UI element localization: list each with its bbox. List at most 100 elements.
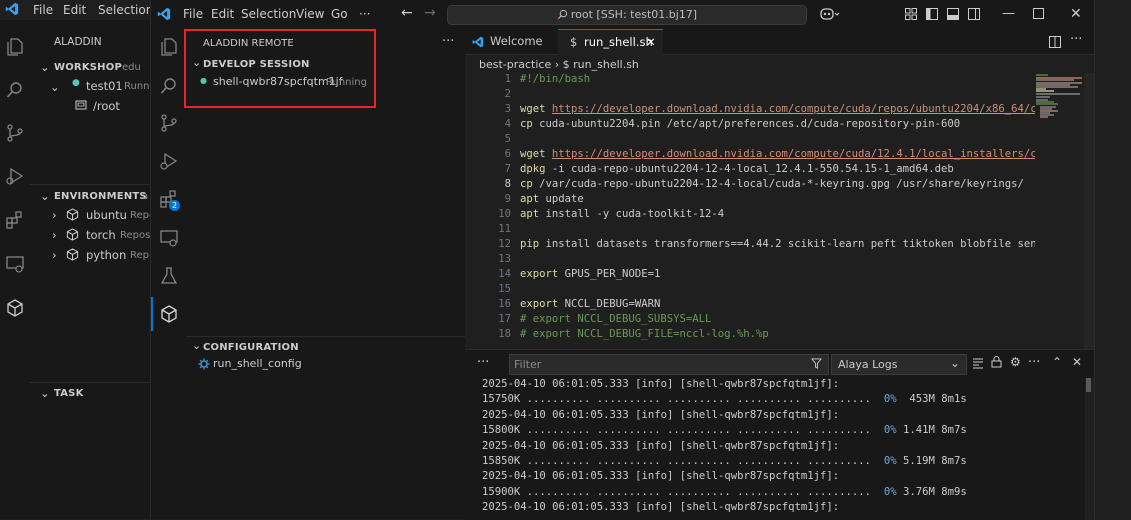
menu-edit[interactable]: Edit (211, 7, 234, 21)
tab-run-shell[interactable]: $ run_shell.sh ✕ (558, 29, 663, 55)
sidebar: ALADDIN REMOTE ··· ⌄ DEVELOP SESSION ● s… (184, 29, 466, 519)
toggle-primary-sidebar-icon[interactable] (926, 8, 938, 20)
back-menu-file[interactable]: File (33, 3, 53, 17)
search-icon[interactable] (159, 76, 179, 96)
editor-scrollbar[interactable] (1084, 73, 1094, 349)
lock-icon[interactable] (991, 356, 1002, 368)
tab-label: run_shell.sh (584, 35, 653, 49)
copilot-icon[interactable] (819, 6, 841, 22)
source-control-icon[interactable] (159, 113, 179, 133)
extensions-icon[interactable]: 2 (159, 189, 180, 211)
command-center-label: root [SSH: test01.bj17] (570, 8, 698, 21)
close-window-icon[interactable]: ✕ (1070, 6, 1082, 22)
line-number: 16 (498, 298, 511, 310)
toggle-secondary-sidebar-icon[interactable] (968, 8, 980, 20)
configuration-header[interactable]: CONFIGURATION (203, 342, 299, 353)
back-workshop-header[interactable]: WORKSHOP (54, 62, 122, 73)
chevron-right-icon: › (554, 58, 563, 71)
menu-view[interactable]: View (296, 7, 324, 21)
line-number: 6 (504, 148, 511, 160)
back-menu-selection[interactable]: Selection (98, 3, 153, 17)
maximize-panel-icon[interactable]: ⌃ (1052, 355, 1062, 369)
env-item-name[interactable]: python (86, 248, 126, 262)
more-actions-icon[interactable]: ··· (442, 34, 454, 49)
back-session-name[interactable]: test01 (86, 79, 123, 93)
code-line: #!/bin/bash (520, 73, 591, 85)
line-number: 11 (498, 223, 511, 235)
menu-selection[interactable]: Selection (241, 7, 296, 21)
run-debug-icon[interactable] (159, 151, 179, 171)
maximize-icon[interactable] (1033, 8, 1044, 19)
back-arrow-icon[interactable]: ← (401, 5, 413, 21)
log-output[interactable]: 2025-04-10 06:01:05.333 [info] [shell-qw… (465, 378, 1085, 520)
filter-input[interactable]: Filter (509, 354, 829, 375)
vscode-window: File Edit Selection View Go ··· ← → root… (150, 0, 1095, 520)
back-search-icon[interactable] (5, 80, 25, 100)
back-remote-explorer-icon[interactable] (5, 254, 25, 274)
log-line: 15800K .......... .......... .......... … (482, 424, 967, 437)
close-tab-icon[interactable]: ✕ (646, 30, 656, 55)
command-center[interactable]: root [SSH: test01.bj17] (447, 5, 807, 25)
minimize-icon[interactable]: — (1002, 6, 1015, 21)
back-explorer-icon[interactable] (5, 37, 25, 57)
highlight-box (184, 29, 376, 108)
log-channel-select[interactable]: Alaya Logs ⌄ (831, 354, 967, 375)
editor-more-icon[interactable]: ··· (1070, 32, 1082, 47)
forward-arrow-icon[interactable]: → (424, 5, 436, 21)
code-line: pip install datasets transformers==4.44.… (520, 238, 1035, 250)
extensions-badge: 2 (169, 200, 180, 211)
line-number: 12 (498, 238, 511, 250)
toggle-panel-icon[interactable] (947, 8, 959, 20)
chevron-right-icon: › (52, 228, 57, 242)
filter-placeholder: Filter (514, 358, 542, 371)
back-source-control-icon[interactable] (5, 123, 25, 143)
line-number: 18 (498, 328, 511, 340)
word-wrap-icon[interactable] (972, 357, 984, 369)
panel-scrollbar[interactable] (1085, 378, 1094, 520)
aladdin-icon[interactable] (159, 304, 179, 324)
line-number: 17 (498, 313, 511, 325)
shell-dollar-icon: $ (570, 35, 578, 49)
panel-more-icon[interactable]: ··· (477, 355, 489, 370)
menu-more[interactable]: ··· (359, 7, 370, 21)
package-icon (66, 228, 79, 241)
back-run-debug-icon[interactable] (5, 166, 25, 186)
back-env-header[interactable]: ENVIRONMENTS (54, 191, 147, 202)
breadcrumb-folder[interactable]: best-practice (479, 58, 551, 71)
back-task-header[interactable]: TASK (54, 388, 84, 399)
menu-file[interactable]: File (183, 7, 203, 21)
back-aladdin-icon[interactable] (5, 298, 25, 318)
scrollbar-thumb[interactable] (1086, 378, 1091, 392)
line-number: 13 (498, 253, 511, 265)
remote-explorer-icon[interactable] (159, 228, 179, 248)
split-editor-icon[interactable] (1049, 36, 1061, 48)
explorer-icon[interactable] (159, 37, 179, 57)
gear-icon (198, 358, 210, 370)
panel-actions-more-icon[interactable]: ··· (1028, 355, 1040, 370)
config-item[interactable]: run_shell_config (213, 357, 302, 370)
line-number: 2 (504, 88, 511, 100)
close-panel-icon[interactable]: ✕ (1072, 355, 1082, 369)
log-line: 15900K .......... .......... .......... … (482, 485, 967, 498)
customize-layout-icon[interactable] (905, 8, 917, 20)
breadcrumb-file[interactable]: run_shell.sh (573, 58, 639, 71)
log-line: 2025-04-10 06:01:05.333 [info] [shell-qw… (482, 378, 840, 390)
minimap[interactable] (1034, 73, 1084, 133)
back-activity-bar (0, 20, 30, 519)
back-sidebar: ALADDIN ⌄ WORKSHOP edu ⌄ ● test01 Runn /… (30, 20, 155, 519)
tab-welcome[interactable]: Welcome (465, 29, 558, 54)
gear-icon[interactable]: ⚙ (1010, 355, 1021, 369)
filter-funnel-icon[interactable] (811, 358, 822, 369)
back-menu-edit[interactable]: Edit (63, 3, 86, 17)
code-line: apt update (520, 193, 584, 205)
code-editor[interactable]: 1 #!/bin/bash 2 3 wget https://developer.dow… (465, 73, 1035, 349)
shell-dollar-icon: $ (562, 58, 574, 71)
env-item-name[interactable]: torch (86, 228, 116, 242)
line-number: 8 (504, 178, 511, 190)
back-extensions-icon[interactable] (5, 210, 25, 230)
env-item-name[interactable]: ubuntu (86, 208, 127, 222)
back-root-folder[interactable]: /root (93, 99, 120, 113)
package-icon (66, 248, 79, 261)
menu-go[interactable]: Go (331, 7, 348, 21)
testing-flask-icon[interactable] (159, 266, 179, 286)
